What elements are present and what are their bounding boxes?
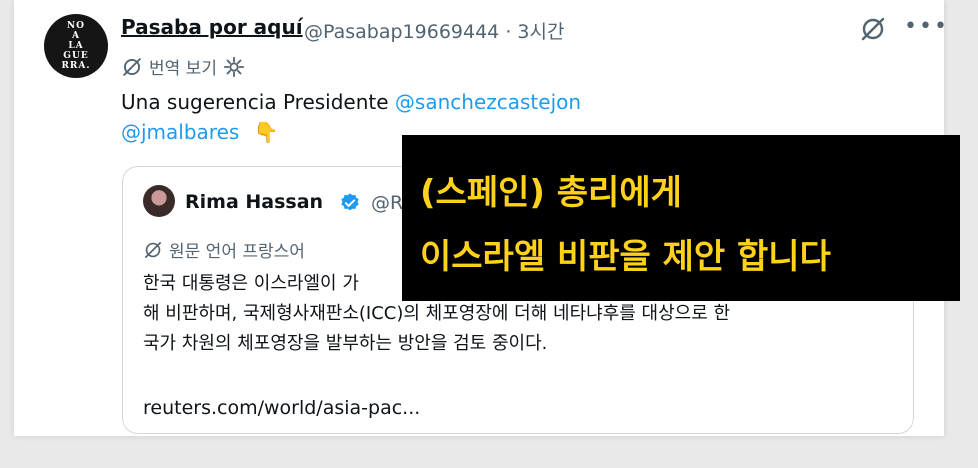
grok-lang-icon <box>145 241 161 258</box>
post-time[interactable]: 3시간 <box>517 21 564 43</box>
avatar-logo-text: NO A LA GUE RRA. <box>61 21 91 71</box>
quote-author-avatar[interactable] <box>143 185 175 217</box>
quote-language-label: 원문 언어 프랑스어 <box>169 242 305 262</box>
quote-language-note: 원문 언어 프랑스어 <box>143 237 305 262</box>
verified-badge-icon <box>341 193 359 211</box>
grok-icon[interactable] <box>859 15 887 43</box>
mention-sanchezcastejon[interactable]: @sanchezcastejon <box>395 90 581 114</box>
pointing-down-emoji: 👇 <box>253 120 279 144</box>
quote-text-line-2: 해 비판하며, 국제형사재판소(ICC)의 체포영장에 더해 네타냐후를 대상으… <box>143 303 731 324</box>
time-separator: · <box>505 21 512 43</box>
tweet-text-line-2: @jmalbares 👇 <box>121 120 279 144</box>
author-name[interactable]: Pasaba por aquí <box>121 15 303 39</box>
caption-line-2: 이스라엘 비판을 제안 합니다 <box>420 237 831 277</box>
quote-link[interactable]: reuters.com/world/asia-pac... <box>143 397 420 419</box>
author-avatar[interactable]: NO A LA GUE RRA. <box>44 14 108 78</box>
mention-jmalbares[interactable]: @jmalbares <box>121 120 239 144</box>
tweet-text-line-1: Una sugerencia Presidente @sanchezcastej… <box>121 90 581 114</box>
quote-text-line-3: 국가 차원의 체포영장을 발부하는 방안을 검토 중이다. <box>143 333 548 354</box>
tweet-text: Una sugerencia Presidente <box>121 90 389 114</box>
quote-author-name[interactable]: Rima Hassan <box>185 191 323 213</box>
author-handle[interactable]: @Pasabap19669444 <box>304 21 499 43</box>
translate-row[interactable]: 번역 보기 <box>121 54 245 79</box>
more-icon[interactable]: ••• <box>904 14 949 39</box>
caption-overlay: (스페인) 총리에게 이스라엘 비판을 제안 합니다 <box>402 135 960 301</box>
caption-line-1: (스페인) 총리에게 <box>420 173 682 213</box>
grok-translate-icon <box>123 57 141 76</box>
gear-icon[interactable] <box>223 56 245 78</box>
author-handle-and-time: @Pasabap19669444 · 3시간 <box>304 17 564 44</box>
translate-label[interactable]: 번역 보기 <box>149 54 217 79</box>
